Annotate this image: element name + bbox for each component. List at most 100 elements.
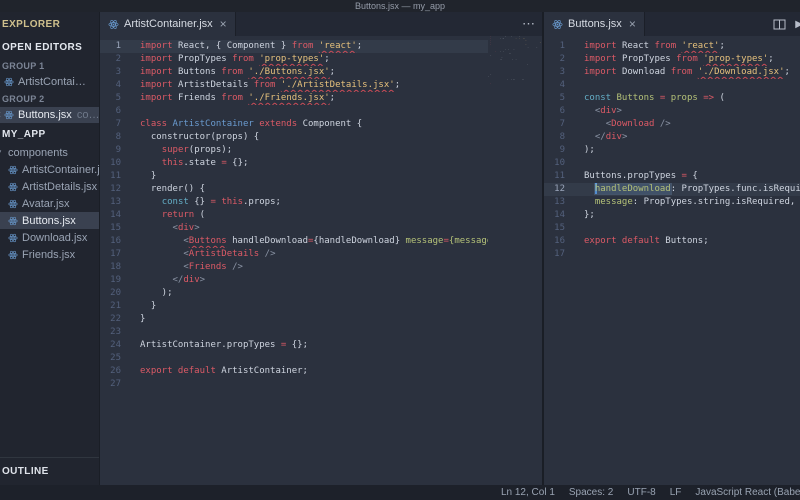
split-editor-icon[interactable] (773, 19, 786, 30)
code-line[interactable]: 20 ); (100, 287, 542, 300)
code-line[interactable]: 14 return ( (100, 209, 542, 222)
tree-item-friends-jsx[interactable]: Friends.jsx (0, 246, 99, 263)
code-line[interactable]: 9 super(props); (100, 144, 542, 157)
tree-folder-components[interactable]: ▾ components (0, 144, 99, 161)
tree-item-download-jsx[interactable]: Download.jsx (0, 229, 99, 246)
line-number: 6 (559, 106, 565, 116)
line-number: 4 (559, 80, 565, 90)
code-line[interactable]: 13 const {} = this.props; (100, 196, 542, 209)
code-line[interactable]: 2 import PropTypes from 'prop-types'; (100, 53, 542, 66)
open-editors-group-label: GROUP 2 (2, 94, 45, 104)
outline-section-header[interactable]: OUTLINE (0, 457, 99, 485)
code-line[interactable]: 15 (544, 222, 800, 235)
project-root-header[interactable]: MY_APP (0, 123, 99, 144)
line-number: 21 (110, 301, 121, 311)
explorer-section-title: EXPLORER (2, 19, 61, 30)
code-editor-artistcontainer[interactable]: 1 import React, { Component } from 'react… (100, 36, 542, 485)
code-line[interactable]: 16 <Buttons handleDownload={handleDownlo… (100, 235, 542, 248)
code-line[interactable]: 18 <Friends /> (100, 261, 542, 274)
code-line[interactable]: 13 message: PropTypes.string.isRequired, (544, 196, 800, 209)
code-line[interactable]: 23 (100, 326, 542, 339)
code-line[interactable]: 1 import React from 'react'; (544, 40, 800, 53)
line-number: 16 (110, 236, 121, 246)
eol-indicator[interactable]: LF (670, 485, 682, 500)
react-icon (8, 165, 18, 174)
window-title-bar: Buttons.jsx — my_app (0, 0, 800, 12)
line-number: 18 (110, 262, 121, 272)
code-line[interactable]: 14}; (544, 209, 800, 222)
cursor-position-indicator[interactable]: Ln 12, Col 1 (501, 485, 555, 500)
react-icon (4, 110, 14, 120)
code-line[interactable]: 24 ArtistContainer.propTypes = {}; (100, 339, 542, 352)
code-line[interactable]: 6 (100, 105, 542, 118)
code-line[interactable]: 16 export default Buttons; (544, 235, 800, 248)
code-line[interactable]: 7 <Download /> (544, 118, 800, 131)
code-line[interactable]: 2 import PropTypes from 'prop-types'; (544, 53, 800, 66)
line-number: 7 (115, 119, 121, 129)
code-line[interactable]: 5 import Friends from './Friends.jsx'; (100, 92, 542, 105)
code-line[interactable]: 11 } (100, 170, 542, 183)
code-line[interactable]: 12 render() { (100, 183, 542, 196)
minimap[interactable]: import React, { Component } from 'react'… (488, 36, 542, 485)
code-line[interactable]: 6 <div> (544, 105, 800, 118)
code-line[interactable]: 4 import ArtistDetails from './ArtistDeta… (100, 79, 542, 92)
line-number: 11 (554, 171, 565, 181)
editor-group-left: ArtistContainer.jsx × ⋯ 1 import React, {… (100, 12, 542, 485)
code-line[interactable]: 8 constructor(props) { (100, 131, 542, 144)
code-line[interactable]: 8 </div> (544, 131, 800, 144)
line-number: 13 (110, 197, 121, 207)
code-line[interactable]: 4 (544, 79, 800, 92)
language-mode-indicator[interactable]: JavaScript React (Babel) (695, 485, 800, 500)
line-number: 2 (559, 54, 565, 64)
react-icon (8, 233, 18, 242)
line-number: 23 (110, 327, 121, 337)
tree-item-artistcontainer-jsx[interactable]: ArtistContainer.jsx (0, 161, 100, 178)
open-editor-item[interactable]: ×Buttons.jsxcomponents (0, 107, 99, 123)
code-line[interactable]: 5 const Buttons = props => ( (544, 92, 800, 105)
file-label: ArtistContainer.jsx (22, 163, 100, 176)
line-number: 24 (110, 340, 121, 350)
code-line[interactable]: 12 handleDownload: PropTypes.func.isRequ… (544, 183, 800, 196)
code-line[interactable]: 10 this.state = {}; (100, 157, 542, 170)
line-number: 5 (559, 93, 565, 103)
right-tab-bar: Buttons.jsx × ▶ (544, 12, 800, 36)
code-line[interactable]: 11 Buttons.propTypes = { (544, 170, 800, 183)
file-label: ArtistDetails.jsx (22, 180, 98, 193)
code-line[interactable]: 27 (100, 378, 542, 391)
code-line[interactable]: 26 export default ArtistContainer; (100, 365, 542, 378)
line-number: 3 (559, 67, 565, 77)
open-editor-detail: components (76, 109, 99, 121)
code-line[interactable]: 21 } (100, 300, 542, 313)
tab-close-icon[interactable]: × (629, 17, 636, 31)
code-line[interactable]: 15 <div> (100, 222, 542, 235)
code-line[interactable]: 22} (100, 313, 542, 326)
react-icon (8, 216, 18, 225)
line-number: 25 (110, 353, 121, 363)
tab-close-icon[interactable]: × (220, 17, 227, 31)
tree-item-artistdetails-jsx[interactable]: ArtistDetails.jsx (0, 178, 99, 195)
code-line[interactable]: 7 class ArtistContainer extends Component… (100, 118, 542, 131)
code-line[interactable]: 17 (544, 248, 800, 261)
open-editors-header[interactable]: OPEN EDITORS (0, 36, 99, 57)
tree-item-buttons-jsx[interactable]: Buttons.jsx (0, 212, 99, 229)
run-icon[interactable]: ▶ (795, 19, 800, 30)
code-line[interactable]: 17 <ArtistDetails /> (100, 248, 542, 261)
code-line[interactable]: 10 (544, 157, 800, 170)
code-line[interactable]: 3 import Buttons from './Buttons.jsx'; (100, 66, 542, 79)
code-line[interactable]: 9); (544, 144, 800, 157)
react-icon (4, 77, 14, 87)
line-number: 19 (110, 275, 121, 285)
open-editor-item[interactable]: ArtistContainer.jsx (0, 74, 99, 90)
tree-item-avatar-jsx[interactable]: Avatar.jsx (0, 195, 99, 212)
code-line[interactable]: 1 import React, { Component } from 'react… (100, 40, 542, 53)
editor-more-actions-icon[interactable]: ⋯ (522, 16, 536, 32)
tab-artistcontainer-jsx[interactable]: ArtistContainer.jsx × (100, 12, 236, 36)
code-editor-buttons[interactable]: 1 import React from 'react'; 2 import PropT… (544, 36, 800, 485)
indentation-indicator[interactable]: Spaces: 2 (569, 485, 613, 500)
code-line[interactable]: 25 (100, 352, 542, 365)
code-line[interactable]: 19 </div> (100, 274, 542, 287)
tab-buttons-jsx[interactable]: Buttons.jsx × (544, 12, 645, 36)
line-number: 1 (115, 41, 121, 51)
code-line[interactable]: 3 import Download from './Download.jsx'; (544, 66, 800, 79)
encoding-indicator[interactable]: UTF-8 (627, 485, 655, 500)
